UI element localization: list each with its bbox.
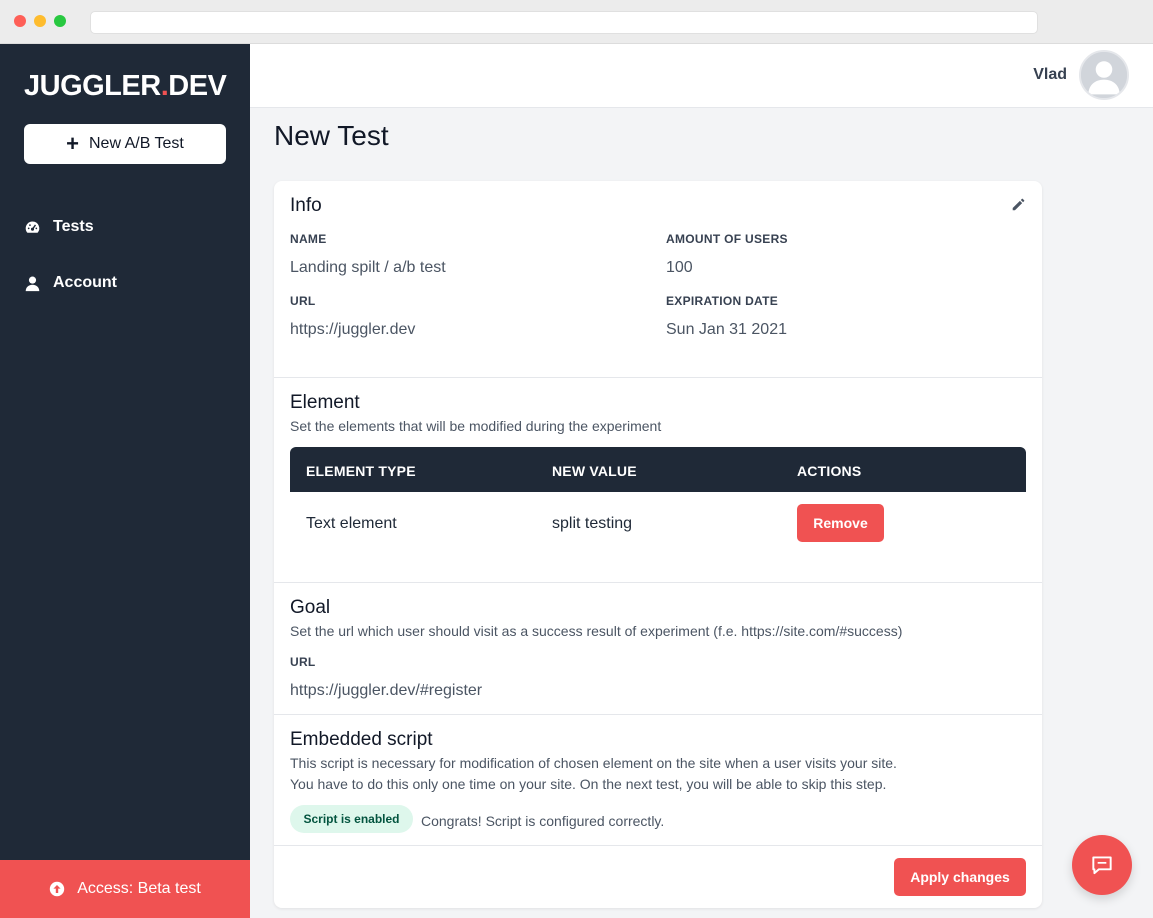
url-value: https://juggler.dev <box>290 321 416 338</box>
page-title: New Test <box>274 120 389 151</box>
close-window-button[interactable] <box>14 15 26 27</box>
name-label: NAME <box>290 232 327 246</box>
url-label: URL <box>290 294 316 308</box>
beta-access-label: Access: Beta test <box>77 880 201 897</box>
logo-suffix: DEV <box>168 70 227 102</box>
apply-changes-button[interactable]: Apply changes <box>894 858 1026 896</box>
name-value: Landing spilt / a/b test <box>290 259 446 276</box>
embedded-script-description-1: This script is necessary for modificatio… <box>290 755 897 771</box>
address-bar[interactable] <box>90 11 1038 34</box>
sidebar: JUGGLER.DEV + New A/B Test Tests Account… <box>0 44 250 918</box>
sidebar-item-tests-label: Tests <box>53 218 94 235</box>
element-title: Element <box>290 392 360 413</box>
script-status-text: Congrats! Script is configured correctly… <box>421 813 665 829</box>
username[interactable]: Vlad <box>1033 66 1067 84</box>
browser-chrome <box>0 0 1153 44</box>
user-avatar-icon <box>1081 52 1127 98</box>
chat-bubble-icon <box>1092 856 1112 875</box>
test-form-card: Info NAME Landing spilt / a/b test AMOUN… <box>274 181 1042 908</box>
logo-text: JUGGLER <box>24 70 161 102</box>
info-title: Info <box>290 195 322 216</box>
expiration-date-value: Sun Jan 31 2021 <box>666 321 787 338</box>
embedded-script-description-2: You have to do this only one time on you… <box>290 776 887 792</box>
column-header-element-type: ELEMENT TYPE <box>306 463 416 479</box>
avatar[interactable] <box>1079 50 1129 100</box>
logo[interactable]: JUGGLER.DEV <box>24 70 227 103</box>
top-bar: Vlad <box>250 44 1153 108</box>
maximize-window-button[interactable] <box>54 15 66 27</box>
element-table-header: ELEMENT TYPE NEW VALUE ACTIONS <box>290 447 1026 492</box>
sidebar-item-account[interactable]: Account <box>24 274 117 292</box>
remove-button[interactable]: Remove <box>797 504 884 542</box>
script-enabled-badge: Script is enabled <box>290 805 413 833</box>
sidebar-item-account-label: Account <box>53 274 117 291</box>
user-icon <box>25 276 40 291</box>
sidebar-item-tests[interactable]: Tests <box>24 218 94 236</box>
goal-description: Set the url which user should visit as a… <box>290 623 903 639</box>
goal-url-value: https://juggler.dev/#register <box>290 682 483 699</box>
plus-icon: + <box>66 131 79 156</box>
new-value-cell: split testing <box>552 515 633 532</box>
goal-section: Goal Set the url which user should visit… <box>274 583 1042 715</box>
dashboard-icon <box>25 221 40 233</box>
new-ab-test-button[interactable]: + New A/B Test <box>24 124 226 164</box>
element-type-cell: Text element <box>306 515 397 532</box>
arrow-up-circle-icon <box>49 881 65 897</box>
goal-url-label: URL <box>290 655 316 669</box>
goal-title: Goal <box>290 597 331 618</box>
embedded-script-title: Embedded script <box>290 729 433 750</box>
column-header-new-value: NEW VALUE <box>552 463 637 479</box>
beta-access-banner[interactable]: Access: Beta test <box>0 860 250 918</box>
amount-of-users-label: AMOUNT OF USERS <box>666 232 788 246</box>
minimize-window-button[interactable] <box>34 15 46 27</box>
chat-button[interactable] <box>1072 835 1132 895</box>
element-description: Set the elements that will be modified d… <box>290 418 662 434</box>
new-ab-test-label: New A/B Test <box>89 135 184 152</box>
amount-of-users-value: 100 <box>666 259 693 276</box>
info-section: Info NAME Landing spilt / a/b test AMOUN… <box>274 181 1042 378</box>
pencil-icon[interactable] <box>1010 195 1028 213</box>
column-header-actions: ACTIONS <box>797 463 862 479</box>
expiration-date-label: EXPIRATION DATE <box>666 294 779 308</box>
